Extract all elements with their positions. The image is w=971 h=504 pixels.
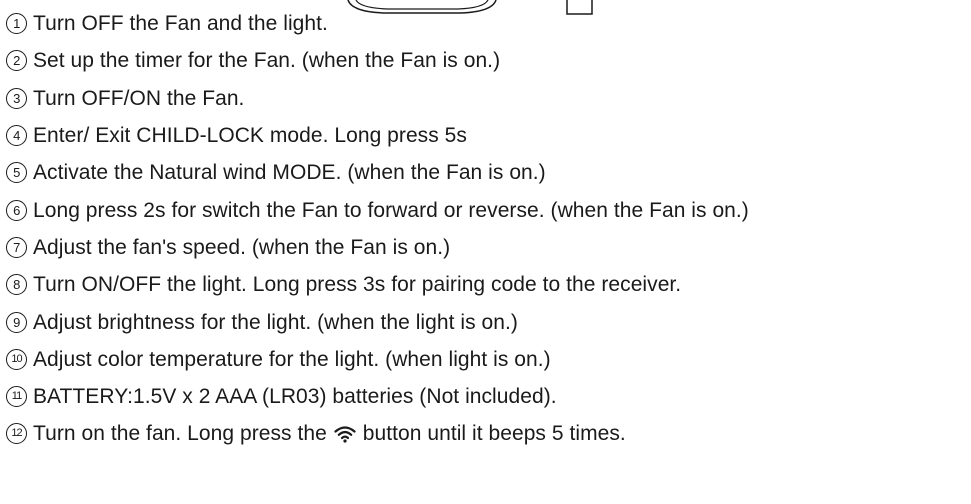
instruction-page: 1 Turn OFF the Fan and the light. 2 Set …	[0, 0, 971, 504]
instruction-text: Turn OFF the Fan and the light.	[33, 12, 328, 36]
instruction-text: Long press 2s for switch the Fan to forw…	[33, 198, 749, 222]
instruction-text: Set up the timer for the Fan. (when the …	[33, 49, 501, 73]
instruction-item: 9 Adjust brightness for the light. (when…	[6, 303, 749, 340]
instruction-text: Activate the Natural wind MODE. (when th…	[33, 161, 546, 185]
step-number-badge: 5	[6, 162, 27, 184]
instruction-item: 12 Turn on the fan. Long press the butto…	[6, 415, 749, 452]
instruction-item: 10 Adjust color temperature for the ligh…	[6, 341, 749, 378]
instruction-text: BATTERY:1.5V x 2 AAA (LR03) batteries (N…	[33, 385, 557, 409]
instruction-item: 8 Turn ON/OFF the light. Long press 3s f…	[6, 266, 749, 303]
instruction-text-after-icon: button until it beeps 5 times.	[362, 422, 626, 446]
step-number-badge: 7	[6, 236, 27, 258]
instruction-list: 1 Turn OFF the Fan and the light. 2 Set …	[6, 5, 749, 453]
step-number-badge: 2	[6, 50, 27, 72]
step-number-badge: 12	[6, 423, 27, 445]
instruction-item: 6 Long press 2s for switch the Fan to fo…	[6, 191, 749, 228]
step-number-badge: 1	[6, 13, 27, 35]
instruction-text: Adjust brightness for the light. (when t…	[33, 310, 518, 334]
wifi-signal-icon	[334, 425, 356, 443]
step-number-badge: 9	[6, 311, 27, 333]
instruction-text: Turn ON/OFF the light. Long press 3s for…	[33, 273, 682, 297]
instruction-text: Adjust the fan's speed. (when the Fan is…	[33, 235, 451, 259]
instruction-item: 3 Turn OFF/ON the Fan.	[6, 80, 749, 117]
instruction-item: 5 Activate the Natural wind MODE. (when …	[6, 154, 749, 191]
instruction-text: Adjust color temperature for the light. …	[33, 347, 551, 371]
step-number-badge: 6	[6, 199, 27, 221]
instruction-item: 1 Turn OFF the Fan and the light.	[6, 5, 749, 42]
step-number-badge: 10	[6, 348, 27, 370]
instruction-item: 4 Enter/ Exit CHILD-LOCK mode. Long pres…	[6, 117, 749, 154]
instruction-item: 2 Set up the timer for the Fan. (when th…	[6, 42, 749, 79]
instruction-item: 7 Adjust the fan's speed. (when the Fan …	[6, 229, 749, 266]
instruction-text: Turn OFF/ON the Fan.	[33, 86, 245, 110]
step-number-badge: 4	[6, 125, 27, 147]
step-number-badge: 11	[6, 386, 27, 408]
instruction-text-before-icon: Turn on the fan. Long press the	[33, 422, 327, 446]
instruction-item: 11 BATTERY:1.5V x 2 AAA (LR03) batteries…	[6, 378, 749, 415]
instruction-text: Enter/ Exit CHILD-LOCK mode. Long press …	[33, 124, 467, 148]
step-number-badge: 8	[6, 274, 27, 296]
step-number-badge: 3	[6, 87, 27, 109]
